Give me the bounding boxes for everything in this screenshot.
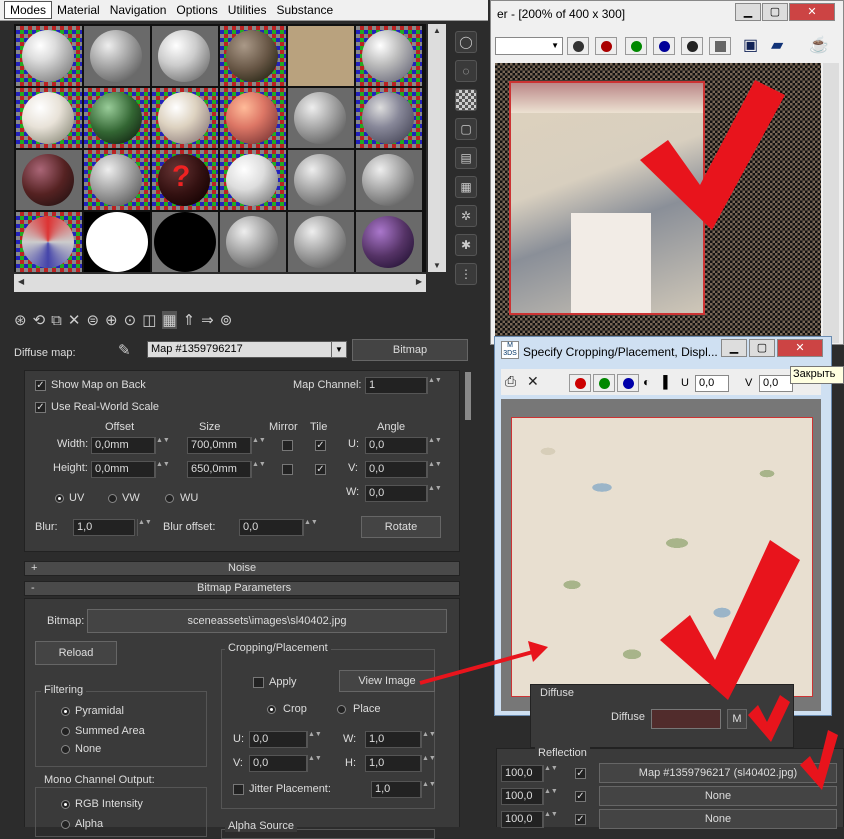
red-checkmark-map bbox=[800, 730, 838, 790]
red-checkmark-dialog bbox=[660, 540, 800, 700]
annotation-overlay bbox=[419, 80, 838, 790]
red-arrow-head bbox=[528, 641, 548, 662]
red-arrow-line bbox=[419, 648, 541, 685]
red-checkmark-large bbox=[640, 80, 785, 230]
red-checkmark-m bbox=[748, 695, 790, 742]
